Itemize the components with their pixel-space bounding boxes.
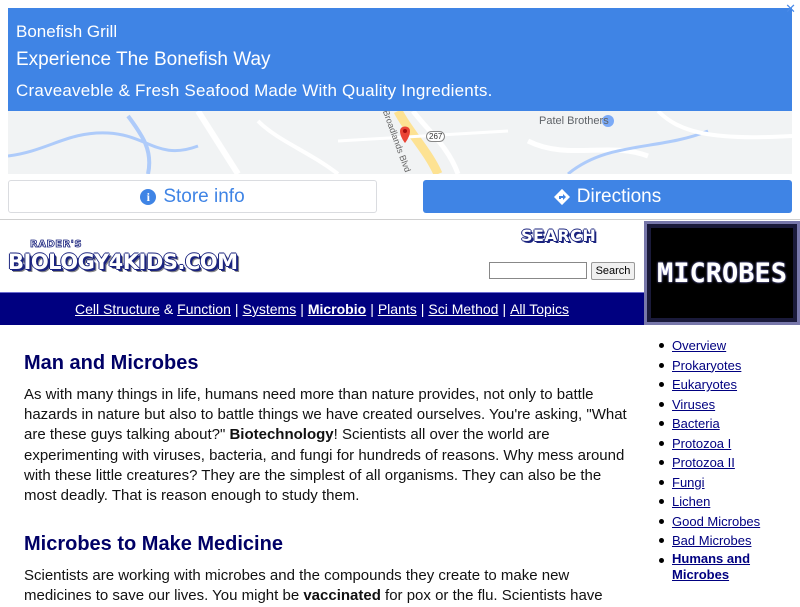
nav-ampersand: & xyxy=(163,301,174,317)
sidebar-link[interactable]: Prokaryotes xyxy=(672,358,741,373)
nav-cell-structure[interactable]: Cell Structure xyxy=(75,301,160,317)
section-title-medicine: Microbes to Make Medicine xyxy=(24,533,283,556)
sidebar-link[interactable]: Eukaryotes xyxy=(672,377,737,392)
map-route-label: 267 xyxy=(426,131,446,142)
sidebar-item-eukaryotes: Eukaryotes xyxy=(657,375,797,395)
sidebar-link[interactable]: Viruses xyxy=(672,397,715,412)
medicine-text-2: for pox or the flu. Scientists have xyxy=(380,587,603,605)
sidebar-item-protozoa-1: Protozoa I xyxy=(657,434,797,454)
directions-button[interactable]: Directions xyxy=(423,180,792,213)
ad-map[interactable]: Patel Brothers Broadlands Blvd 267 xyxy=(8,111,792,174)
nav-all-topics[interactable]: All Topics xyxy=(510,301,569,317)
sidebar-item-protozoa-2: Protozoa II xyxy=(657,453,797,473)
sidebar-link[interactable]: Overview xyxy=(672,338,726,353)
main-content: Man and Microbes As with many things in … xyxy=(24,352,634,607)
sidebar-item-humans-and-microbes: Humans and Microbes xyxy=(657,551,797,585)
intro-paragraph: As with many things in life, humans need… xyxy=(24,385,634,506)
section-badge-text: MICROBES xyxy=(656,257,788,289)
section-title-man-and-microbes: Man and Microbes xyxy=(24,352,199,374)
nav-microbio[interactable]: Microbio xyxy=(308,301,366,317)
site-logo[interactable]: RADER'S BIOLOGY4KIDS.COM xyxy=(8,239,246,279)
ad-brand: Bonefish Grill xyxy=(16,22,118,41)
nav-function[interactable]: Function xyxy=(177,301,231,317)
search-button[interactable]: Search xyxy=(591,262,635,280)
sidebar-link[interactable]: Good Microbes xyxy=(672,514,760,529)
sidebar-link[interactable]: Lichen xyxy=(672,494,710,509)
ad-banner[interactable]: Bonefish Grill Experience The Bonefish W… xyxy=(8,8,792,111)
map-place-label: Patel Brothers xyxy=(539,115,609,127)
logo-small-text: RADER'S xyxy=(30,239,83,251)
sidebar-item-bad-microbes: Bad Microbes xyxy=(657,531,797,551)
ad-tagline: Craveaveble & Fresh Seafood Made With Qu… xyxy=(16,81,493,100)
advertisement[interactable]: Bonefish Grill Experience The Bonefish W… xyxy=(0,0,800,220)
sidebar-item-lichen: Lichen xyxy=(657,492,797,512)
logo-main-text: BIOLOGY4KIDS.COM xyxy=(8,250,238,274)
search-input[interactable] xyxy=(489,262,587,279)
directions-label: Directions xyxy=(576,185,662,207)
sidebar-item-fungi: Fungi xyxy=(657,473,797,493)
section-badge: MICROBES xyxy=(644,221,800,325)
topic-nav: Cell Structure & Function | Systems | Mi… xyxy=(0,292,644,325)
ad-close-icon[interactable]: ✕ xyxy=(785,1,796,17)
sidebar-item-overview: Overview xyxy=(657,336,797,356)
medicine-paragraph: Scientists are working with microbes and… xyxy=(24,566,634,606)
topic-sidebar: Overview Prokaryotes Eukaryotes Viruses … xyxy=(657,336,797,584)
ad-headline[interactable]: Experience The Bonefish Way xyxy=(16,49,271,71)
section-badge-inner: MICROBES xyxy=(651,228,793,318)
sidebar-item-prokaryotes: Prokaryotes xyxy=(657,356,797,376)
store-info-label: Store info xyxy=(163,185,245,207)
sidebar-item-good-microbes: Good Microbes xyxy=(657,512,797,532)
intro-bold-term: Biotechnology xyxy=(229,426,334,444)
search-heading: SEARCH xyxy=(521,226,597,245)
nav-separator: | xyxy=(420,301,425,317)
nav-systems[interactable]: Systems xyxy=(243,301,297,317)
info-icon: i xyxy=(140,188,157,205)
nav-separator: | xyxy=(502,301,507,317)
medicine-bold-term: vaccinated xyxy=(303,587,381,605)
sidebar-list: Overview Prokaryotes Eukaryotes Viruses … xyxy=(657,336,797,584)
sidebar-item-viruses: Viruses xyxy=(657,395,797,415)
store-info-button[interactable]: i Store info xyxy=(8,180,377,213)
sidebar-item-bacteria: Bacteria xyxy=(657,414,797,434)
sidebar-link[interactable]: Bad Microbes xyxy=(672,533,751,548)
nav-separator: | xyxy=(370,301,374,317)
sidebar-link[interactable]: Protozoa II xyxy=(672,455,735,470)
sidebar-link[interactable]: Fungi xyxy=(672,475,705,490)
directions-icon xyxy=(553,188,570,205)
nav-separator: | xyxy=(234,301,239,317)
nav-plants[interactable]: Plants xyxy=(378,301,417,317)
nav-separator: | xyxy=(300,301,304,317)
sidebar-link-current[interactable]: Humans and Microbes xyxy=(672,551,797,583)
nav-sci-method[interactable]: Sci Method xyxy=(428,301,498,317)
sidebar-link[interactable]: Bacteria xyxy=(672,416,720,431)
sidebar-link[interactable]: Protozoa I xyxy=(672,436,731,451)
